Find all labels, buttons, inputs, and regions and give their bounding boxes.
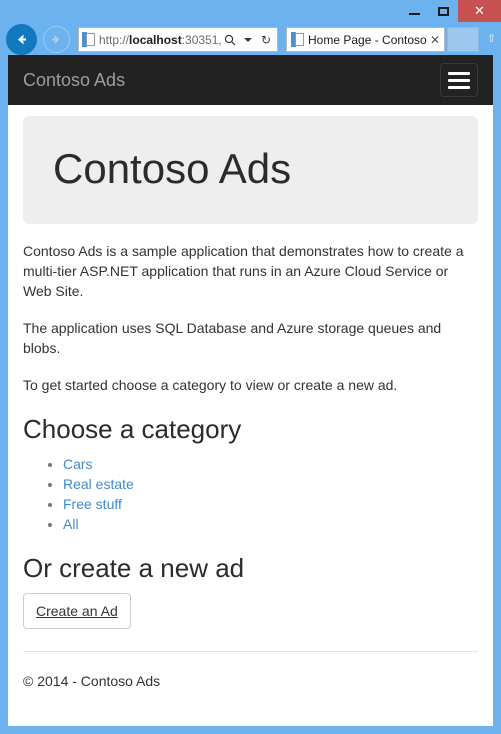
new-tab-button[interactable] xyxy=(447,27,479,52)
browser-tab-home-page[interactable]: Home Page - Contoso... ✕ xyxy=(286,27,445,52)
page-viewport: Contoso Ads Contoso Ads Contoso Ads is a… xyxy=(8,55,493,726)
list-item: All xyxy=(63,514,478,534)
maximize-button[interactable] xyxy=(429,0,458,22)
create-an-ad-button[interactable]: Create an Ad xyxy=(23,592,131,629)
choose-category-heading: Choose a category xyxy=(23,414,242,445)
back-button[interactable] xyxy=(6,24,37,55)
window-controls: ✕ xyxy=(400,0,501,24)
category-link-free-stuff[interactable]: Free stuff xyxy=(63,496,122,512)
hamburger-bar-1 xyxy=(448,71,470,75)
jumbotron: Contoso Ads xyxy=(23,116,478,225)
hamburger-bar-3 xyxy=(448,85,470,89)
category-link-cars[interactable]: Cars xyxy=(63,456,93,472)
forward-button[interactable] xyxy=(43,26,70,53)
tab-favicon-icon xyxy=(291,32,304,47)
list-item: Real estate xyxy=(63,474,478,494)
footer-copyright: © 2014 - Contoso Ads xyxy=(23,672,161,689)
title-bar: ✕ xyxy=(0,0,501,24)
close-window-button[interactable]: ✕ xyxy=(458,0,501,22)
category-link-all[interactable]: All xyxy=(63,516,79,532)
browser-window: ✕ http://localhost:30351, ↻ Home Page - … xyxy=(0,0,501,734)
tab-close-icon[interactable]: ✕ xyxy=(427,33,440,47)
toolbar-overflow-icon: ⇧ xyxy=(487,33,497,45)
page-title: Contoso Ads xyxy=(53,145,292,192)
search-icon[interactable] xyxy=(222,30,238,50)
minimize-icon xyxy=(409,13,420,15)
page-container: Contoso Ads Contoso Ads is a sample appl… xyxy=(8,116,493,691)
navbar-brand[interactable]: Contoso Ads xyxy=(23,55,125,105)
page-favicon-icon xyxy=(82,32,95,47)
site-navbar: Contoso Ads xyxy=(8,55,493,105)
url-text: http://localhost:30351, xyxy=(99,32,222,47)
category-link-real-estate[interactable]: Real estate xyxy=(63,476,134,492)
refresh-icon[interactable]: ↻ xyxy=(258,30,274,50)
address-bar-icons: ↻ xyxy=(222,30,274,50)
intro-paragraph-3: To get started choose a category to view… xyxy=(23,377,398,394)
list-item: Cars xyxy=(63,454,478,474)
hamburger-menu-button[interactable] xyxy=(440,63,478,97)
address-bar[interactable]: http://localhost:30351, ↻ xyxy=(78,27,278,52)
hamburger-bar-2 xyxy=(448,78,470,82)
minimize-button[interactable] xyxy=(400,0,429,22)
intro-paragraph-2: The application uses SQL Database and Az… xyxy=(23,320,442,357)
create-ad-heading: Or create a new ad xyxy=(23,552,245,583)
chevron-down-icon[interactable] xyxy=(240,30,256,50)
intro-paragraph-1: Contoso Ads is a sample application that… xyxy=(23,243,464,300)
maximize-icon xyxy=(438,6,449,16)
list-item: Free stuff xyxy=(63,494,478,514)
footer-divider xyxy=(23,650,478,652)
category-list: Cars Real estate Free stuff All xyxy=(23,454,478,534)
close-icon: ✕ xyxy=(474,3,485,19)
forward-arrow-icon xyxy=(52,35,60,44)
back-arrow-icon xyxy=(18,34,26,45)
tab-title: Home Page - Contoso... xyxy=(308,32,427,47)
browser-toolbar: http://localhost:30351, ↻ Home Page - Co… xyxy=(0,24,501,55)
